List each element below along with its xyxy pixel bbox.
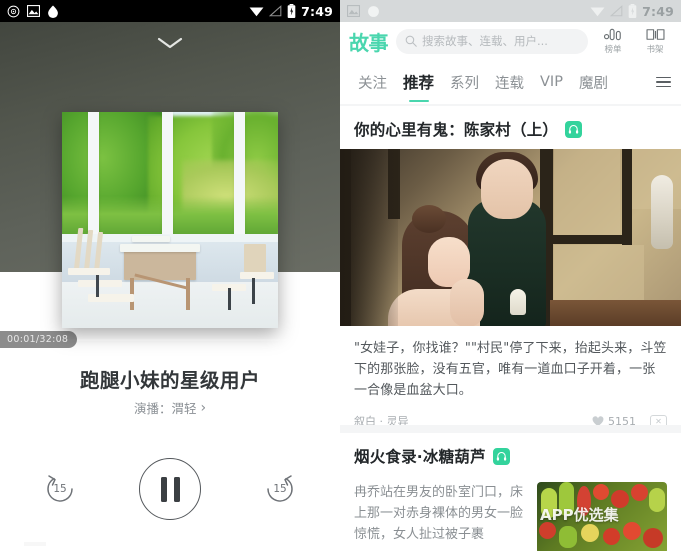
battery-icon [628,4,637,18]
feed-status-clock: 7:49 [642,3,674,19]
feed-header: 故事 搜索故事、连载、用户... 榜单 书架 [340,22,681,60]
collapse-player-button[interactable] [0,30,340,56]
feed-status-bar: 7:49 [340,0,681,22]
bookshelf-icon [645,29,665,40]
status-bar-system-icons: 7:49 [249,4,333,19]
status-bar-notification-icons [7,5,59,18]
story-card-2-header: 烟火食录·冰糖葫芦 [340,433,681,476]
chevron-right-icon: › [200,399,207,416]
chevron-down-icon [157,37,183,49]
battery-icon [287,4,296,18]
bookshelf-label: 书架 [646,45,664,55]
forward-15-button[interactable]: 15 [263,472,297,506]
rewind-15-button[interactable]: 15 [43,472,77,506]
app-logo: 故事 [349,30,389,55]
track-artist-row[interactable]: 演播：渭轻 › [0,398,340,417]
tab-guanzhu[interactable]: 关注 [350,72,395,93]
signal-icon [610,5,623,17]
app-screenshot: 7:49 00:01/32:08 跑腿小妹的星级用户 演播：渭轻 › 15 15… [0,0,681,551]
signal-icon [269,5,282,17]
status-bar-clock: 7:49 [301,3,333,19]
tab-vip[interactable]: VIP [532,74,571,90]
player-controls: 15 15 [0,458,340,520]
forward-seconds-label: 15 [273,483,287,495]
album-art[interactable] [62,112,278,328]
tab-lianzai[interactable]: 连载 [487,72,532,93]
headphone-icon [565,120,583,138]
feed-status-notification-icons [347,5,380,18]
album-art-illustration [62,112,278,328]
story-feed-panel: 7:49 故事 搜索故事、连载、用户... 榜单 书架 关注 推荐 系列 连载 … [340,0,681,551]
story-card-2-thumbnail[interactable]: APP优选集 [537,482,667,551]
feed-status-system-icons: 7:49 [590,4,674,19]
story-card-2-content: 冉乔站在男友的卧室门口，床上那一对赤身裸体的男女一脸惊慌，女人扯过被子裹 APP… [340,476,681,551]
ranking-label: 榜单 [604,45,622,55]
wifi-icon [249,7,264,17]
watermark: APP优选集 [537,504,619,525]
ranking-button[interactable]: 榜单 [596,27,630,55]
audio-player-panel: 7:49 00:01/32:08 跑腿小妹的星级用户 演播：渭轻 › 15 15 [0,0,340,551]
track-title: 跑腿小妹的星级用户 [79,369,260,392]
pause-icon-bar-left [160,476,167,502]
story-card-2[interactable]: 烟火食录·冰糖葫芦 冉乔站在男友的卧室门口，床上那一对赤身裸体的男女一脸惊慌，女… [340,433,681,551]
story-card-1-header: 你的心里有鬼：陈家村（上） [340,106,681,149]
player-status-bar: 7:49 [0,0,340,22]
bookshelf-button[interactable]: 书架 [638,27,672,55]
hamburger-icon[interactable] [650,76,671,88]
tab-moju[interactable]: 魔剧 [571,72,616,93]
wifi-icon [590,7,605,17]
search-input[interactable]: 搜索故事、连载、用户... [396,28,588,54]
image-icon [27,5,40,17]
search-icon [405,35,417,47]
search-placeholder: 搜索故事、连载、用户... [422,34,548,48]
story-card-1[interactable]: 你的心里有鬼：陈家村（上） "女娃子，你找谁？""村民"停了下来，抬起头来，斗笠… [340,106,681,428]
story-card-1-body: "女娃子，你找谁？""村民"停了下来，抬起头来，斗笠下的那张脸，没有五官，唯有一… [354,341,667,399]
player-bottom-decoration-2 [120,534,150,544]
story-card-1-image[interactable] [340,149,681,326]
circle-icon [368,5,379,17]
image-icon [347,5,360,17]
story-card-2-title: 烟火食录·冰糖葫芦 [354,448,486,466]
player-bottom-decoration [24,534,64,546]
track-artist-label: 演播：渭轻 [133,401,197,416]
card-divider [340,425,681,433]
watermark-text: APP优选集 [540,506,619,524]
play-pause-button[interactable] [139,458,201,520]
rewind-seconds-label: 15 [53,483,67,495]
disc-icon [7,5,20,17]
feed-tabs: 关注 推荐 系列 连载 VIP 魔剧 [340,60,681,104]
headphone-icon [492,447,510,465]
circle-icon [48,5,58,18]
story-card-1-title: 你的心里有鬼：陈家村（上） [354,121,559,139]
pause-icon-bar-right [173,476,180,502]
story-card-2-body: 冉乔站在男友的卧室门口，床上那一对赤身裸体的男女一脸惊慌，女人扯过被子裹 [354,485,524,543]
tab-xilie[interactable]: 系列 [442,72,487,93]
playback-time-label: 00:01/32:08 [0,331,78,348]
ranking-icon [603,28,621,41]
tab-tuijian[interactable]: 推荐 [395,71,442,93]
